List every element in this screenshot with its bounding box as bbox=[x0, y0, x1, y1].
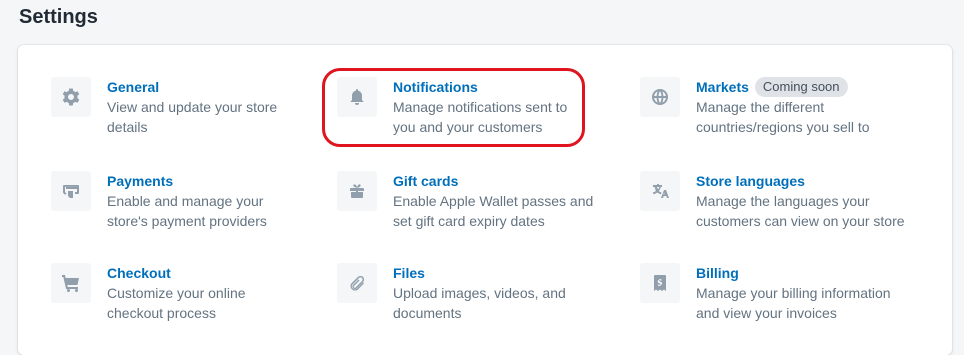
settings-item-description: Manage the languages your customers can … bbox=[696, 191, 905, 231]
coming-soon-badge: Coming soon bbox=[754, 77, 848, 97]
gear-icon bbox=[51, 77, 91, 117]
description-line: Enable Apple Wallet passes and bbox=[393, 193, 594, 209]
description-line: checkout process bbox=[107, 305, 216, 321]
globe-icon bbox=[640, 77, 680, 117]
paperclip-icon bbox=[337, 263, 377, 303]
receipt-icon bbox=[640, 263, 680, 303]
description-line: and view your invoices bbox=[696, 305, 837, 321]
settings-item-checkout[interactable]: Checkout Customize your online checkout … bbox=[51, 263, 246, 323]
settings-item-title[interactable]: Billing bbox=[696, 263, 891, 283]
credit-card-icon bbox=[51, 171, 91, 211]
description-line: details bbox=[107, 119, 148, 135]
settings-item-title[interactable]: Checkout bbox=[107, 263, 246, 283]
settings-item-title[interactable]: Payments bbox=[107, 171, 267, 191]
description-line: set gift card expiry dates bbox=[393, 213, 545, 229]
settings-item-payments[interactable]: Payments Enable and manage your store's … bbox=[51, 171, 267, 231]
translate-icon bbox=[640, 171, 680, 211]
settings-item-title[interactable]: Markets bbox=[696, 77, 749, 97]
settings-item-description: Manage notifications sent to you and you… bbox=[393, 97, 567, 137]
settings-item-notifications[interactable]: Notifications Manage notifications sent … bbox=[337, 77, 567, 137]
bell-icon bbox=[337, 77, 377, 117]
settings-item-description: Manage the different countries/regions y… bbox=[696, 97, 870, 137]
description-line: Upload images, videos, and bbox=[393, 285, 566, 301]
settings-item-title[interactable]: Gift cards bbox=[393, 171, 593, 191]
settings-item-description: Upload images, videos, and documents bbox=[393, 283, 566, 323]
settings-item-title[interactable]: General bbox=[107, 77, 277, 97]
description-line: store's payment providers bbox=[107, 213, 267, 229]
description-line: Manage the different bbox=[696, 99, 825, 115]
settings-item-title[interactable]: Notifications bbox=[393, 77, 567, 97]
settings-item-billing[interactable]: Billing Manage your billing information … bbox=[640, 263, 891, 323]
settings-item-store-languages[interactable]: Store languages Manage the languages you… bbox=[640, 171, 905, 231]
settings-item-markets[interactable]: Markets Coming soon Manage the different… bbox=[640, 77, 870, 137]
description-line: Enable and manage your bbox=[107, 193, 264, 209]
description-line: you and your customers bbox=[393, 119, 543, 135]
settings-item-files[interactable]: Files Upload images, videos, and documen… bbox=[337, 263, 566, 323]
settings-item-gift-cards[interactable]: Gift cards Enable Apple Wallet passes an… bbox=[337, 171, 593, 231]
settings-item-description: Enable and manage your store's payment p… bbox=[107, 191, 267, 231]
description-line: Customize your online bbox=[107, 285, 246, 301]
description-line: documents bbox=[393, 305, 462, 321]
settings-item-description: Enable Apple Wallet passes and set gift … bbox=[393, 191, 593, 231]
cart-icon bbox=[51, 263, 91, 303]
settings-card: General View and update your store detai… bbox=[18, 45, 952, 355]
description-line: Manage notifications sent to bbox=[393, 99, 568, 115]
settings-item-description: Customize your online checkout process bbox=[107, 283, 246, 323]
description-line: Manage the languages your bbox=[696, 193, 870, 209]
settings-item-general[interactable]: General View and update your store detai… bbox=[51, 77, 277, 137]
gift-icon bbox=[337, 171, 377, 211]
settings-item-title[interactable]: Store languages bbox=[696, 171, 905, 191]
description-line: View and update your store bbox=[107, 99, 278, 115]
description-line: Manage your billing information bbox=[696, 285, 891, 301]
settings-item-description: View and update your store details bbox=[107, 97, 277, 137]
description-line: customers can view on your store bbox=[696, 213, 905, 229]
description-line: countries/regions you sell to bbox=[696, 119, 870, 135]
settings-item-title[interactable]: Files bbox=[393, 263, 566, 283]
page-title: Settings bbox=[19, 6, 98, 28]
settings-item-description: Manage your billing information and view… bbox=[696, 283, 891, 323]
